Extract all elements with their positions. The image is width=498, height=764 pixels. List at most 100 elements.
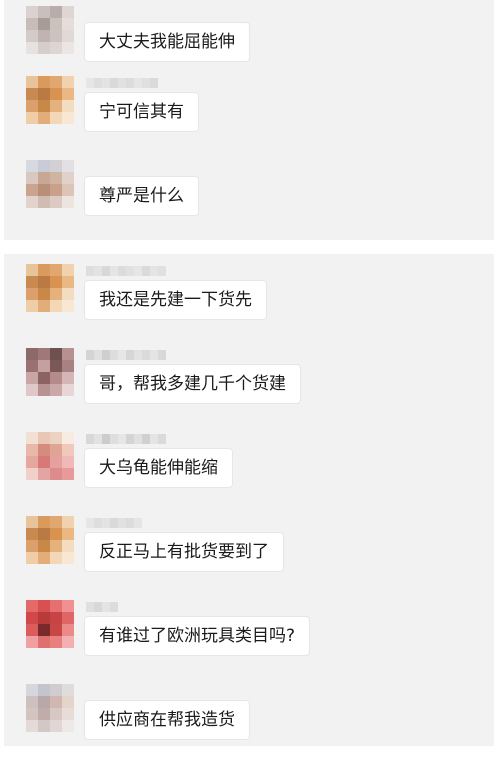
avatar-mosaic-tile	[62, 600, 74, 612]
avatar-mosaic-tile	[38, 264, 50, 276]
avatar-mosaic-tile	[50, 6, 62, 18]
name-mosaic-tile	[110, 78, 118, 88]
avatar-mosaic-tile	[62, 432, 74, 444]
avatar-mosaic-tile	[38, 444, 50, 456]
name-mosaic-tile	[134, 350, 142, 360]
name-mosaic-tile	[126, 266, 134, 276]
name-mosaic-tile	[102, 350, 110, 360]
avatar-mosaic-tile	[62, 276, 74, 288]
name-mosaic-tile	[102, 266, 110, 276]
message-bubble[interactable]: 供应商在帮我造货	[84, 700, 250, 740]
avatar-mosaic-tile	[26, 384, 38, 396]
chat-message: 宁可信其有	[4, 76, 494, 156]
avatar-mosaic-tile	[50, 540, 62, 552]
avatar-mosaic-tile	[26, 196, 38, 208]
message-bubble[interactable]: 宁可信其有	[84, 92, 199, 132]
avatar[interactable]	[26, 76, 74, 124]
avatar-mosaic-tile	[62, 720, 74, 732]
name-mosaic-tile	[110, 602, 118, 612]
name-mosaic-tile	[102, 602, 110, 612]
avatar-mosaic-tile	[38, 42, 50, 54]
avatar-mosaic-tile	[50, 720, 62, 732]
avatar-mosaic-tile	[26, 696, 38, 708]
avatar-mosaic-tile	[62, 184, 74, 196]
avatar-mosaic-tile	[38, 300, 50, 312]
avatar-mosaic-tile	[26, 112, 38, 124]
avatar[interactable]	[26, 348, 74, 396]
avatar-mosaic-tile	[26, 444, 38, 456]
name-mosaic-tile	[102, 434, 110, 444]
avatar-mosaic-tile	[50, 456, 62, 468]
sender-name	[86, 350, 166, 360]
avatar-mosaic-tile	[62, 696, 74, 708]
avatar[interactable]	[26, 6, 74, 54]
avatar-mosaic-tile	[26, 516, 38, 528]
avatar-mosaic-tile	[50, 348, 62, 360]
avatar[interactable]	[26, 264, 74, 312]
avatar-mosaic-tile	[38, 720, 50, 732]
avatar[interactable]	[26, 684, 74, 732]
avatar-mosaic-tile	[62, 88, 74, 100]
message-bubble[interactable]: 反正马上有批货要到了	[84, 532, 284, 572]
name-mosaic-tile	[94, 518, 102, 528]
name-mosaic-tile	[126, 350, 134, 360]
name-mosaic-tile	[118, 518, 126, 528]
sender-name	[86, 434, 166, 444]
avatar-mosaic-tile	[62, 552, 74, 564]
avatar[interactable]	[26, 160, 74, 208]
avatar[interactable]	[26, 516, 74, 564]
avatar-mosaic-tile	[26, 600, 38, 612]
avatar[interactable]	[26, 432, 74, 480]
name-mosaic-tile	[94, 434, 102, 444]
avatar-mosaic-tile	[50, 468, 62, 480]
avatar-mosaic-tile	[26, 624, 38, 636]
message-bubble[interactable]: 大乌龟能伸能缩	[84, 448, 233, 488]
name-mosaic-tile	[110, 518, 118, 528]
avatar[interactable]	[26, 600, 74, 648]
name-mosaic-tile	[94, 350, 102, 360]
message-bubble[interactable]: 大丈夫我能屈能伸	[84, 22, 250, 62]
name-mosaic-tile	[118, 78, 126, 88]
avatar-mosaic-tile	[26, 160, 38, 172]
name-mosaic-tile	[86, 434, 94, 444]
avatar-mosaic-tile	[26, 42, 38, 54]
avatar-mosaic-tile	[50, 528, 62, 540]
avatar-mosaic-tile	[26, 552, 38, 564]
name-mosaic-tile	[126, 78, 134, 88]
avatar-mosaic-tile	[62, 76, 74, 88]
message-bubble[interactable]: 有谁过了欧洲玩具类目吗?	[84, 616, 311, 656]
chat-message: 我还是先建一下货先	[4, 264, 494, 344]
avatar-mosaic-tile	[38, 636, 50, 648]
name-mosaic-tile	[86, 78, 94, 88]
avatar-mosaic-tile	[62, 18, 74, 30]
avatar-mosaic-tile	[26, 432, 38, 444]
sender-name	[86, 266, 166, 276]
avatar-mosaic-tile	[26, 30, 38, 42]
avatar-mosaic-tile	[38, 468, 50, 480]
avatar-mosaic-tile	[50, 432, 62, 444]
name-mosaic-tile	[86, 518, 94, 528]
message-bubble[interactable]: 我还是先建一下货先	[84, 280, 267, 320]
name-mosaic-tile	[126, 518, 134, 528]
avatar-mosaic-tile	[38, 276, 50, 288]
message-bubble[interactable]: 哥，帮我多建几千个货建	[84, 364, 301, 404]
avatar-mosaic-tile	[62, 112, 74, 124]
message-bubble[interactable]: 尊严是什么	[84, 176, 199, 216]
avatar-mosaic-tile	[62, 288, 74, 300]
name-mosaic-tile	[150, 434, 158, 444]
avatar-mosaic-tile	[50, 112, 62, 124]
avatar-mosaic-tile	[26, 6, 38, 18]
avatar-mosaic-tile	[62, 160, 74, 172]
avatar-mosaic-tile	[26, 456, 38, 468]
avatar-mosaic-tile	[50, 76, 62, 88]
avatar-mosaic-tile	[38, 6, 50, 18]
name-mosaic-tile	[150, 350, 158, 360]
avatar-mosaic-tile	[38, 372, 50, 384]
avatar-mosaic-tile	[38, 288, 50, 300]
name-mosaic-tile	[86, 602, 94, 612]
name-mosaic-tile	[86, 266, 94, 276]
avatar-mosaic-tile	[38, 708, 50, 720]
name-mosaic-tile	[134, 434, 142, 444]
name-mosaic-tile	[158, 266, 166, 276]
avatar-mosaic-tile	[62, 384, 74, 396]
